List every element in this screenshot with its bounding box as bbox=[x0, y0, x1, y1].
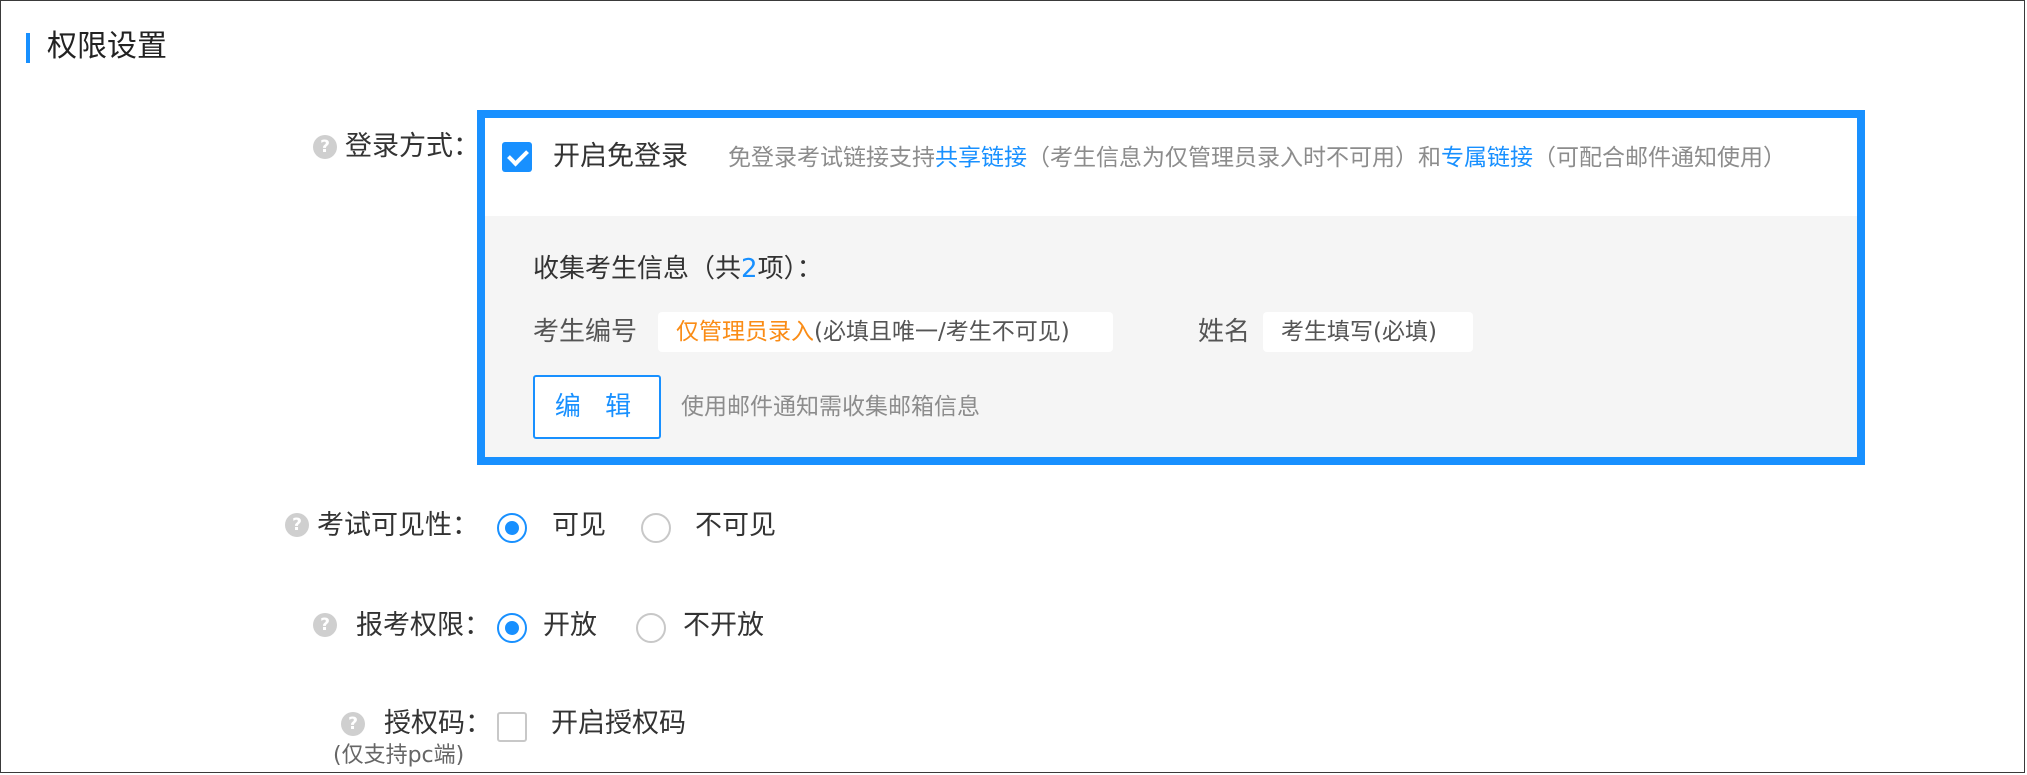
exclusive-link[interactable]: 专属链接 bbox=[1441, 145, 1533, 171]
auth-code-checkbox-label[interactable]: 开启授权码 bbox=[551, 707, 686, 741]
chip-rest-text: (必填且唯一/考生不可见) bbox=[814, 319, 1070, 345]
free-login-label[interactable]: 开启免登录 bbox=[553, 140, 688, 174]
permission-label: 报考权限： bbox=[356, 610, 491, 641]
auth-code-checkbox[interactable] bbox=[497, 712, 527, 742]
permission-open-radio[interactable] bbox=[497, 613, 527, 643]
login-method-label: 登录方式： bbox=[345, 131, 480, 162]
visibility-hidden-label[interactable]: 不可见 bbox=[695, 509, 776, 543]
visibility-hidden-radio[interactable] bbox=[641, 513, 671, 543]
section-title: 权限设置 bbox=[47, 29, 167, 64]
section-accent-bar bbox=[26, 33, 30, 63]
free-login-checkbox[interactable] bbox=[502, 142, 532, 172]
field-chip-name: 考生填写(必填) bbox=[1263, 312, 1473, 352]
hint-text-3: （可配合邮件通知使用） bbox=[1533, 145, 1786, 171]
edit-hint: 使用邮件通知需收集邮箱信息 bbox=[681, 394, 980, 420]
field-label-exam-id: 考生编号 bbox=[533, 317, 638, 347]
shared-link[interactable]: 共享链接 bbox=[935, 145, 1027, 171]
field-chip-exam-id: 仅管理员录入(必填且唯一/考生不可见) bbox=[658, 312, 1113, 352]
login-method-highlight-box: 开启免登录 免登录考试链接支持共享链接（考生信息为仅管理员录入时不可用）和专属链… bbox=[477, 110, 1865, 465]
question-circle-icon[interactable]: ? bbox=[341, 712, 365, 736]
settings-panel: 权限设置 ? 登录方式： 开启免登录 免登录考试链接支持共享链接（考生信息为仅管… bbox=[0, 0, 2025, 773]
hint-text-1: 免登录考试链接支持 bbox=[728, 145, 935, 171]
question-circle-icon[interactable]: ? bbox=[313, 613, 337, 637]
visibility-visible-radio[interactable] bbox=[497, 513, 527, 543]
auth-code-sublabel: (仅支持pc端) bbox=[333, 743, 465, 768]
hint-text-2: （考生信息为仅管理员录入时不可用）和 bbox=[1027, 145, 1441, 171]
collect-title-prefix: 收集考生信息（共 bbox=[533, 254, 742, 284]
field-label-name: 姓名 bbox=[1198, 317, 1251, 347]
visibility-visible-label[interactable]: 可见 bbox=[552, 509, 606, 543]
collect-info-panel: 收集考生信息（共2项）： 考生编号 仅管理员录入(必填且唯一/考生不可见) 姓名… bbox=[485, 216, 1857, 457]
question-circle-icon[interactable]: ? bbox=[313, 135, 337, 159]
collect-title-suffix: 项）： bbox=[757, 254, 823, 284]
visibility-label: 考试可见性： bbox=[317, 510, 479, 541]
free-login-hint: 免登录考试链接支持共享链接（考生信息为仅管理员录入时不可用）和专属链接（可配合邮… bbox=[728, 143, 1786, 173]
question-circle-icon[interactable]: ? bbox=[285, 513, 309, 537]
permission-closed-label[interactable]: 不开放 bbox=[683, 609, 764, 643]
collect-count: 2 bbox=[741, 254, 758, 284]
chip-rest-text: 考生填写(必填) bbox=[1281, 319, 1437, 345]
permission-closed-radio[interactable] bbox=[636, 613, 666, 643]
edit-button[interactable]: 编 辑 bbox=[533, 375, 661, 439]
chip-accent-text: 仅管理员录入 bbox=[676, 319, 814, 345]
permission-open-label[interactable]: 开放 bbox=[543, 609, 597, 643]
collect-info-title: 收集考生信息（共2项）： bbox=[533, 252, 823, 286]
auth-code-label: 授权码： bbox=[384, 708, 492, 739]
